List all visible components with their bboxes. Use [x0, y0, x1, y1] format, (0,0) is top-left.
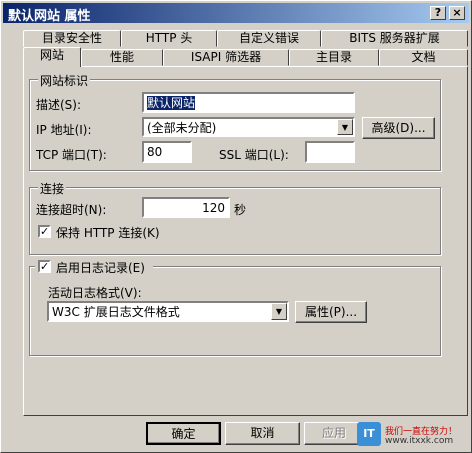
- apply-button[interactable]: 应用: [304, 422, 364, 445]
- ip-address-dropdown[interactable]: (全部未分配) ▼: [142, 117, 355, 137]
- watermark-logo: IT: [357, 422, 381, 446]
- title-bar: 默认网站 属性 ? ×: [3, 3, 469, 24]
- close-button[interactable]: ×: [449, 6, 465, 20]
- chevron-down-icon[interactable]: ▼: [337, 119, 353, 135]
- ip-address-label: IP 地址(I):: [36, 123, 92, 137]
- tab-directory-security[interactable]: 目录安全性: [23, 30, 121, 47]
- description-value: 默认网站: [147, 96, 196, 110]
- tab-isapi-filters[interactable]: ISAPI 筛选器: [163, 49, 289, 66]
- properties-dialog: 默认网站 属性 ? × 目录安全性 HTTP 头 自定义错误 BITS 服务器扩…: [0, 0, 472, 453]
- description-field[interactable]: 默认网站: [142, 92, 355, 113]
- connection-group-label: 连接: [38, 180, 67, 197]
- timeout-field[interactable]: 120: [142, 197, 230, 218]
- watermark-url: www.itxxk.com: [385, 436, 454, 446]
- connection-group: 连接: [29, 180, 441, 255]
- tcp-port-label: TCP 端口(T):: [36, 148, 107, 162]
- tab-documents[interactable]: 文档: [379, 49, 468, 66]
- help-button[interactable]: ?: [430, 6, 446, 20]
- ssl-port-label: SSL 端口(L):: [219, 148, 289, 162]
- keepalive-label[interactable]: 保持 HTTP 连接(K): [56, 224, 160, 241]
- tcp-port-field[interactable]: 80: [142, 141, 192, 163]
- log-format-value: W3C 扩展日志文件格式: [52, 305, 180, 319]
- tab-custom-errors[interactable]: 自定义错误: [217, 30, 321, 47]
- logging-checkbox[interactable]: ✓: [38, 260, 51, 273]
- advanced-button[interactable]: 高级(D)...: [362, 117, 435, 139]
- ssl-port-field[interactable]: [305, 141, 355, 163]
- tab-home-directory[interactable]: 主目录: [289, 49, 379, 66]
- window-title: 默认网站 属性: [8, 9, 91, 24]
- tab-row-front: 网站 性能 ISAPI 筛选器 主目录 文档: [23, 47, 468, 67]
- log-format-dropdown[interactable]: W3C 扩展日志文件格式 ▼: [47, 301, 289, 322]
- tab-performance[interactable]: 性能: [81, 49, 163, 66]
- description-label: 描述(S):: [36, 98, 82, 112]
- timeout-unit: 秒: [234, 203, 247, 217]
- log-format-label: 活动日志格式(V):: [48, 286, 142, 300]
- log-properties-button[interactable]: 属性(P)...: [295, 301, 367, 323]
- tab-bits-extension[interactable]: BITS 服务器扩展: [321, 30, 468, 47]
- site-identity-group-label: 网站标识: [38, 72, 91, 89]
- cancel-button[interactable]: 取消: [225, 422, 300, 445]
- tab-website[interactable]: 网站: [23, 47, 81, 67]
- ip-address-value: (全部未分配): [147, 121, 217, 135]
- chevron-down-icon[interactable]: ▼: [271, 303, 287, 320]
- tab-row-back: 目录安全性 HTTP 头 自定义错误 BITS 服务器扩展: [23, 30, 468, 47]
- keepalive-checkbox[interactable]: ✓: [38, 225, 51, 238]
- tab-http-headers[interactable]: HTTP 头: [121, 30, 217, 47]
- logging-label[interactable]: 启用日志记录(E): [56, 259, 145, 276]
- timeout-label: 连接超时(N):: [36, 203, 107, 217]
- ok-button[interactable]: 确定: [146, 422, 221, 445]
